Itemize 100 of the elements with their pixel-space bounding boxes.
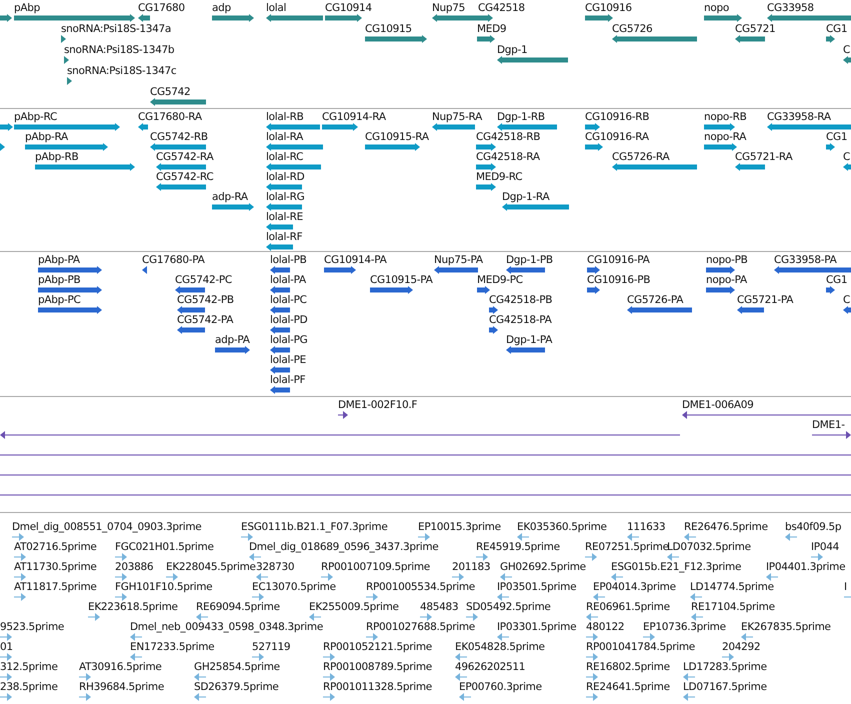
feature-label: lolal-RF [266, 231, 302, 243]
feature-label: pAbp [14, 2, 40, 14]
feature-label: RE06961.5prime [586, 601, 670, 613]
feature-label: CG5742-RB [150, 131, 208, 143]
feature-label: pAbp-PB [38, 274, 80, 286]
feature-label: CG33958-RA [767, 111, 831, 123]
feature-label: MED9 [477, 23, 506, 35]
feature-label: AT02716.5prime [14, 541, 97, 553]
feature-label: 9523.5prime [0, 621, 64, 633]
feature-label: AT11730.5prime [14, 561, 97, 573]
feature-label: EK054828.5prime [455, 641, 545, 653]
feature-label: Dmel_neb_009433_0598_0348.3prime [130, 621, 324, 633]
feature-label: EK267835.5prime [741, 621, 831, 633]
feature-label: 527119 [252, 641, 290, 653]
feature-label: adp-RA [212, 191, 248, 203]
feature-label: 49626202511 [455, 661, 526, 673]
feature-label: CG10916-RB [585, 111, 650, 123]
feature-label: lolal-RD [266, 171, 304, 183]
feature-label: CG42518-PB [489, 294, 552, 306]
feature-label: RP001027688.5prime [366, 621, 475, 633]
feature-label: CG1 [826, 23, 848, 35]
feature-label: 111633 [627, 521, 666, 533]
feature-label: RE24641.5prime [586, 681, 670, 693]
feature-label: LD07167.5prime [683, 681, 767, 693]
feature-label: RP001007109.5prime [321, 561, 430, 573]
feature-label: CG5721 [735, 23, 776, 35]
feature-label: CG17680-PA [142, 254, 205, 266]
feature-label: CG42518-PA [489, 314, 552, 326]
feature-label: CG10916-PB [587, 274, 650, 286]
feature-label: CG1 [826, 274, 848, 286]
feature-label: CG5721-PA [737, 294, 794, 306]
feature-label: pAbp-RB [35, 151, 78, 163]
feature-label: nopo-PB [706, 254, 748, 266]
feature-label: EK223618.5prime [88, 601, 178, 613]
feature-label: AT11817.5prime [14, 581, 97, 593]
feature-label: CG10915 [365, 23, 412, 35]
feature-label: snoRNA:Psi18S-1347a [61, 23, 172, 35]
feature-label: lolal [266, 2, 286, 14]
feature-label: bs40f09.5p [785, 521, 842, 533]
feature-label: RE17104.5prime [691, 601, 775, 613]
feature-label: RP001041784.5prime [586, 641, 695, 653]
feature-label: snoRNA:Psi18S-1347c [67, 65, 176, 77]
feature-label: CG10916-PA [587, 254, 650, 266]
feature-label: ESG0111b.B21.1_F07.3prime [241, 521, 388, 533]
feature-label: C [843, 151, 850, 163]
feature-label: CG5742-RA [156, 151, 214, 163]
feature-label: CG5742-PA [177, 314, 234, 326]
feature-label: lolal-PA [270, 274, 306, 286]
feature-label: adp-PA [215, 334, 250, 346]
feature-label: MED9-PC [477, 274, 523, 286]
feature-label: CG17680-RA [138, 111, 202, 123]
feature-label: RH39684.5prime [79, 681, 164, 693]
feature-label: lolal-PG [270, 334, 308, 346]
feature-label: 238.5prime [0, 681, 58, 693]
feature-label: GH02692.5prime [500, 561, 586, 573]
feature-label: CG5742-PC [175, 274, 232, 286]
feature-label: Dgp-1-PB [506, 254, 553, 266]
feature-label: SD05492.5prime [466, 601, 551, 613]
feature-label: CG5742-RC [156, 171, 214, 183]
feature-label: IP044 [811, 541, 839, 553]
feature-label: CG5726-PA [627, 294, 684, 306]
feature-label: Dgp-1-RB [497, 111, 545, 123]
feature-label: snoRNA:Psi18S-1347b [64, 44, 174, 56]
feature-label: lolal-PD [270, 314, 308, 326]
feature-label: RP001011328.5prime [323, 681, 432, 693]
feature-label: RP001008789.5prime [323, 661, 432, 673]
feature-label: CG17680 [138, 2, 185, 14]
feature-label: FGH101F10.5prime [115, 581, 212, 593]
feature-label: GH25854.5prime [194, 661, 280, 673]
feature-label: pAbp-PC [38, 294, 81, 306]
feature-label: C [843, 44, 850, 56]
feature-label: Dgp-1 [497, 44, 528, 56]
feature-label: IP03501.5prime [497, 581, 576, 593]
feature-label: CG1 [826, 131, 848, 143]
feature-label: CG42518-RA [476, 151, 540, 163]
feature-label: adp [212, 2, 231, 14]
feature-label: SD26379.5prime [194, 681, 279, 693]
feature-label: 312.5prime [0, 661, 58, 673]
feature-label: nopo [704, 2, 729, 14]
feature-label: DME1-006A09 [682, 399, 754, 411]
feature-label: nopo-RB [704, 111, 747, 123]
feature-label: nopo-PA [706, 274, 747, 286]
feature-label: 328730 [256, 561, 294, 573]
feature-label: 204292 [722, 641, 760, 653]
feature-label: CG33958 [767, 2, 814, 14]
feature-label: MED9-RC [476, 171, 522, 183]
feature-label: lolal-PE [270, 354, 306, 366]
feature-label: CG10915-RA [365, 131, 429, 143]
feature-label: CG42518-RB [476, 131, 540, 143]
feature-label: CG10915-PA [370, 274, 433, 286]
feature-label: LD07032.5prime [667, 541, 751, 553]
feature-label: lolal-RA [266, 131, 304, 143]
feature-label: Nup75 [432, 2, 466, 14]
feature-label: lolal-RC [266, 151, 304, 163]
feature-label: IP04401.3prime [766, 561, 846, 573]
feature-label: lolal-RB [266, 111, 304, 123]
feature-label: 203886 [115, 561, 154, 573]
feature-label: FGC021H01.5prime [115, 541, 214, 553]
feature-label: RE45919.5prime [476, 541, 560, 553]
feature-label: RE69094.5prime [196, 601, 280, 613]
